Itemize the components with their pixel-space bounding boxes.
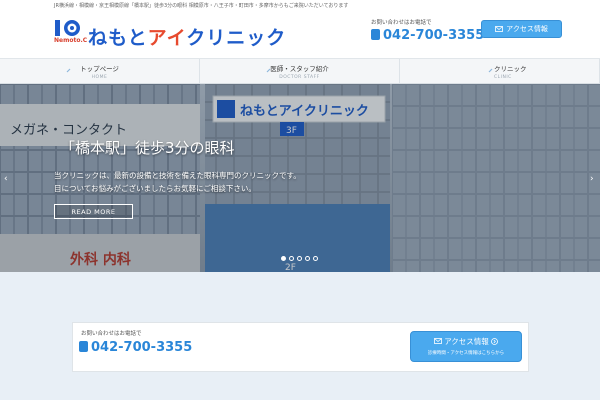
clinic-name-part3: クリニック — [186, 27, 287, 49]
clinic-name[interactable]: ねもとアイクリニック — [88, 23, 286, 50]
nav-sub: CLINIC — [494, 75, 512, 80]
slider-next-arrow-icon[interactable]: › — [590, 174, 594, 184]
nav-sub: HOME — [91, 75, 108, 80]
mail-icon — [433, 338, 442, 344]
phone-icon — [79, 341, 88, 352]
header-tagline: JR横浜線・相模線・京王相模原線「橋本駅」徒歩3分の眼科 相模原市・八王子市・町… — [54, 3, 349, 9]
pin-icon — [266, 68, 271, 73]
header-access-label: アクセス情報 — [506, 25, 548, 33]
read-more-button[interactable]: READ MORE — [54, 204, 133, 219]
slider-dot[interactable] — [297, 256, 302, 261]
contact-phone-number: 042-700-3355 — [91, 340, 193, 355]
nav-label: クリニック — [494, 65, 527, 73]
pin-icon — [66, 68, 71, 73]
header-contact-label: お問い合わせはお電話で — [371, 20, 432, 26]
pin-icon — [488, 68, 493, 73]
nav-sub: DOCTOR STAFF — [279, 75, 320, 80]
logo-subtitle: Nemoto.C — [54, 37, 88, 44]
nav-item-clinic[interactable]: クリニック CLINIC — [400, 59, 600, 83]
arrow-circle-icon — [491, 338, 499, 345]
hero-description: 当クリニックは、最新の設備と技術を備えた眼科専門のクリニックです。 目についてお… — [54, 169, 301, 195]
access-info-text: アクセス情報 — [444, 337, 489, 346]
header-access-button[interactable]: アクセス情報 — [481, 20, 562, 38]
slider-dot[interactable] — [313, 256, 318, 261]
main-nav: トップページ HOME 医師・スタッフ紹介 DOCTOR STAFF クリニック… — [0, 58, 600, 84]
contact-label: お問い合わせはお電話で — [81, 331, 142, 337]
access-info-sub: 診療時間・アクセス情報はこちらから — [427, 351, 505, 356]
slider-dots — [281, 256, 318, 261]
hero-title: 「橋本駅」徒歩3分の眼科 — [60, 139, 235, 157]
site-header: JR横浜線・相模線・京王相模原線「橋本駅」徒歩3分の眼科 相模原市・八王子市・町… — [0, 0, 600, 58]
header-contact: お問い合わせはお電話で 042-700-3355 — [371, 18, 484, 43]
logo-mark-icon — [55, 20, 80, 36]
slider-prev-arrow-icon[interactable]: ‹ — [4, 174, 8, 184]
slider-dot[interactable] — [289, 256, 294, 261]
clinic-name-part2: アイ — [147, 27, 187, 49]
slider-dot[interactable] — [281, 256, 286, 261]
contact-section: お問い合わせはお電話で 042-700-3355 アクセス情報 診療時間・アクセ… — [0, 272, 600, 400]
access-info-button[interactable]: アクセス情報 診療時間・アクセス情報はこちらから — [410, 331, 522, 362]
access-info-label: アクセス情報 — [411, 336, 521, 347]
nav-item-doctor-staff[interactable]: 医師・スタッフ紹介 DOCTOR STAFF — [200, 59, 400, 83]
mail-icon — [495, 26, 504, 32]
contact-box: お問い合わせはお電話で 042-700-3355 アクセス情報 診療時間・アクセ… — [72, 322, 529, 372]
nav-label: トップページ — [80, 65, 119, 73]
phone-icon — [371, 29, 380, 40]
hero-slider: メガネ・コンタクト 外科 内科 ねもとアイクリニック 3F 2F 「橋本駅」徒歩… — [0, 84, 600, 272]
hero-text-line: 目についてお悩みがございましたらお気軽にご相談下さい。 — [54, 184, 256, 193]
clinic-name-part1: ねもと — [88, 27, 148, 49]
nav-item-home[interactable]: トップページ HOME — [0, 59, 200, 83]
nav-label: 医師・スタッフ紹介 — [270, 65, 329, 73]
header-phone[interactable]: 042-700-3355 — [371, 28, 484, 43]
slider-dot[interactable] — [305, 256, 310, 261]
contact-phone[interactable]: 042-700-3355 — [79, 340, 192, 355]
hero-text-line: 当クリニックは、最新の設備と技術を備えた眼科専門のクリニックです。 — [54, 171, 301, 180]
logo[interactable]: Nemoto.C — [54, 19, 88, 44]
header-phone-number: 042-700-3355 — [383, 28, 485, 43]
